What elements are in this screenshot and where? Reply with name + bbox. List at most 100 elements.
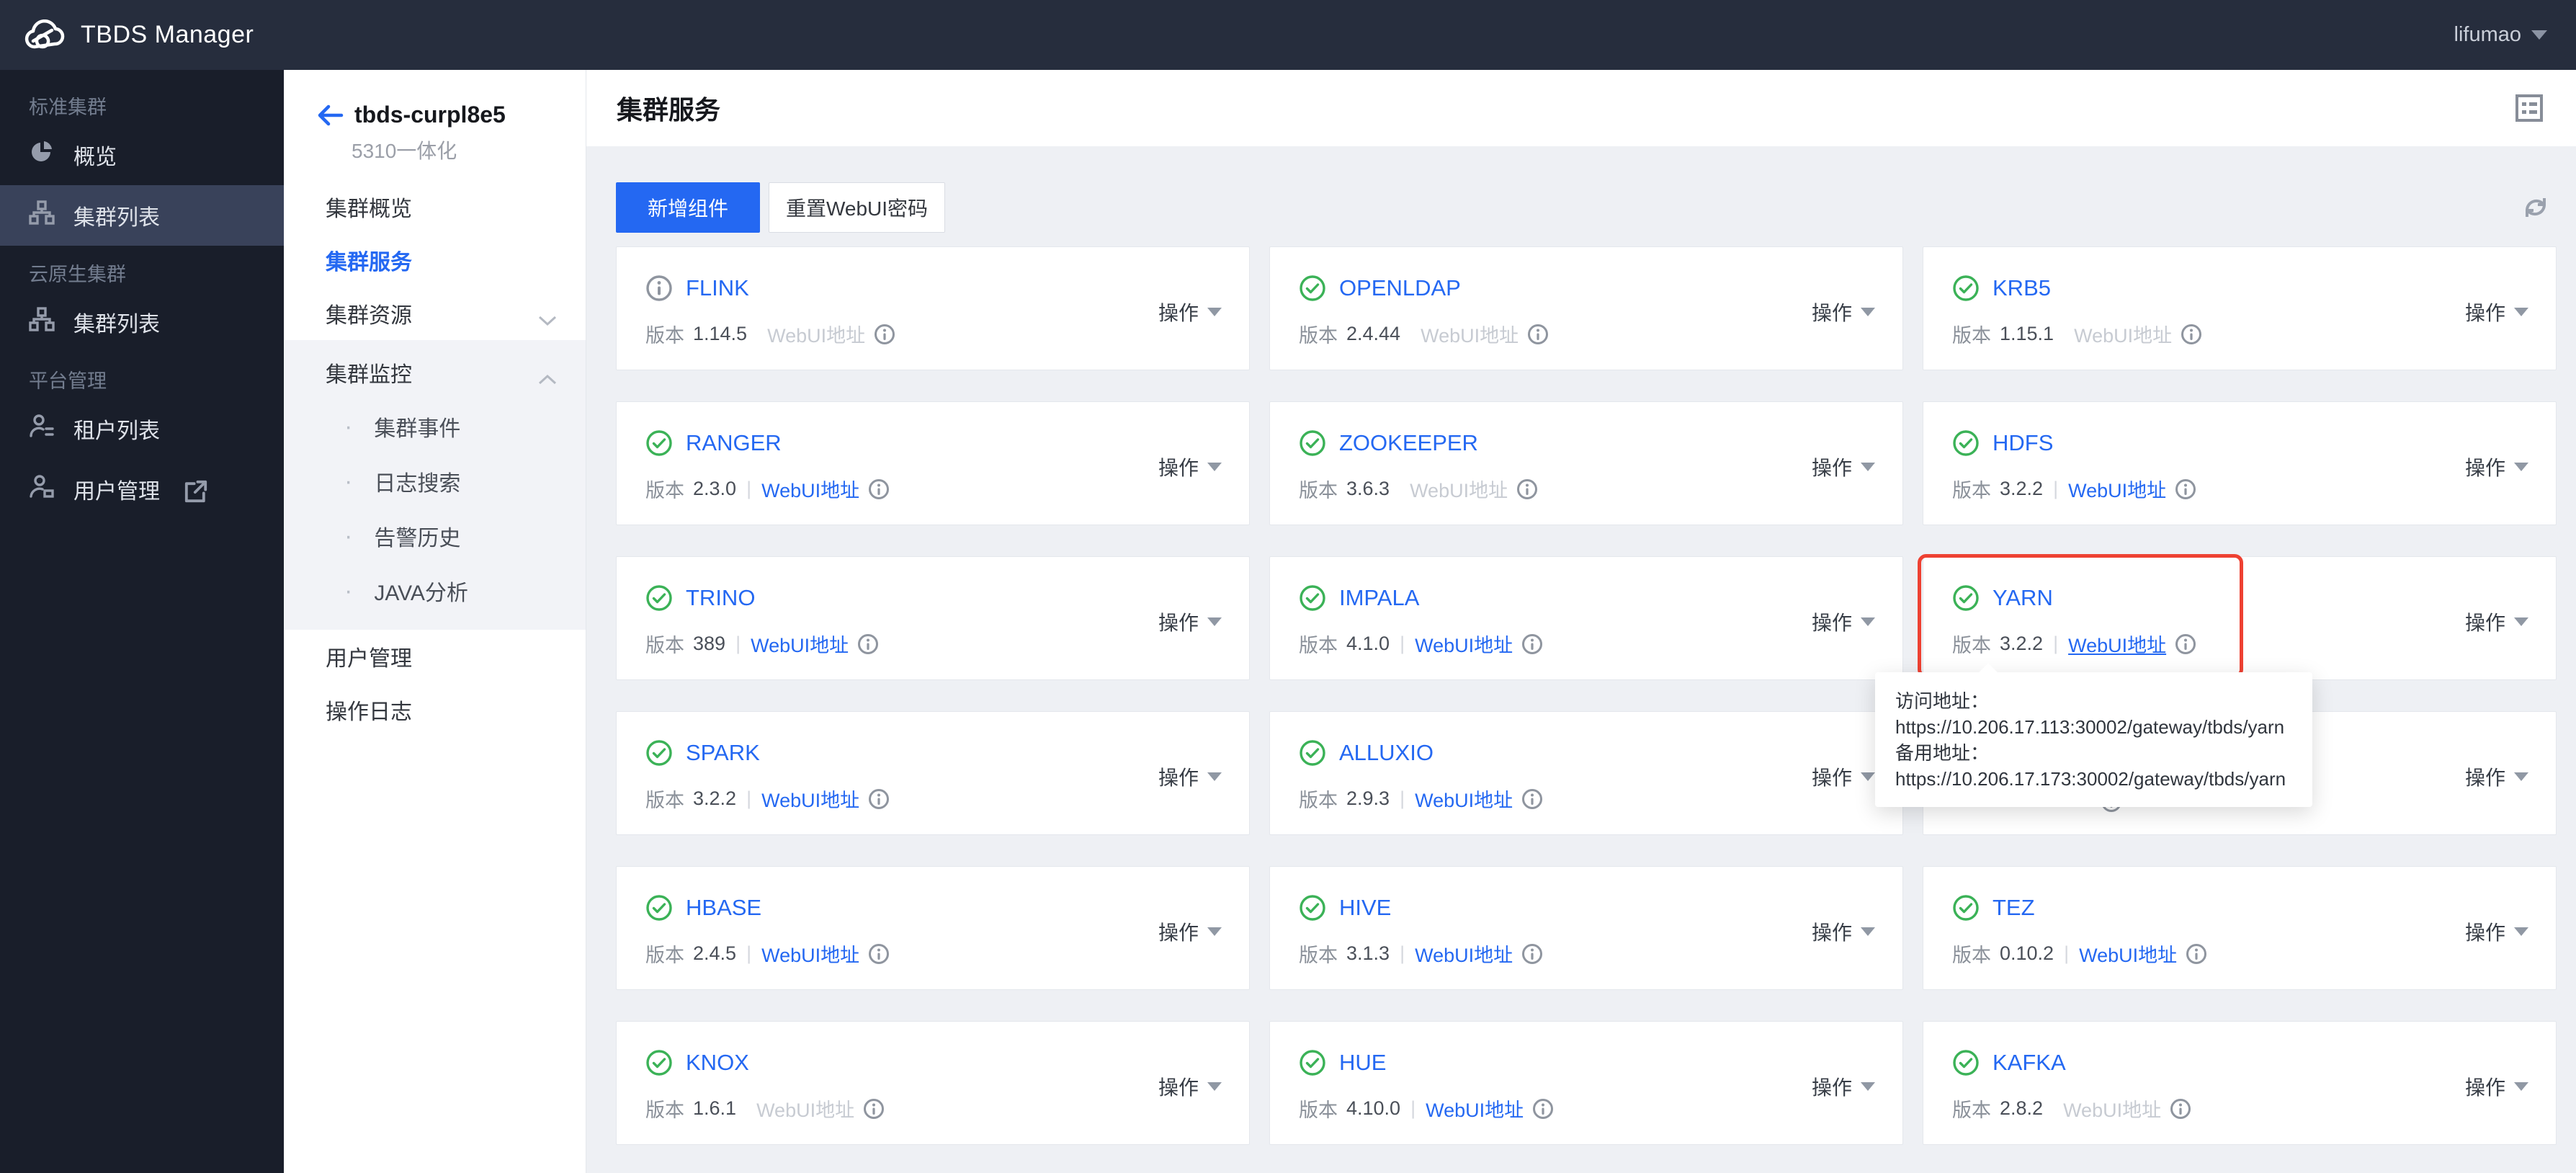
action-dropdown[interactable]: 操作 xyxy=(1812,917,1875,946)
webui-address-link[interactable]: WebUI地址 xyxy=(1415,940,1513,968)
chevron-down-icon xyxy=(2514,308,2528,316)
service-name-link[interactable]: SPARK xyxy=(686,740,760,766)
info-icon[interactable] xyxy=(2175,633,2196,655)
webui-address-link[interactable]: WebUI地址 xyxy=(2068,630,2166,658)
webui-address-link[interactable]: WebUI地址 xyxy=(761,940,859,968)
tooltip-backup-url: https://10.206.17.173:30002/gateway/tbds… xyxy=(1895,768,2286,790)
webui-address-link[interactable]: WebUI地址 xyxy=(1415,630,1513,658)
sidebar-item[interactable]: 集群列表 xyxy=(0,185,284,246)
info-icon[interactable] xyxy=(857,633,879,655)
sidebar-item[interactable]: 租户列表 xyxy=(0,398,284,459)
service-name-link[interactable]: KRB5 xyxy=(1993,275,2051,301)
service-name-link[interactable]: HIVE xyxy=(1339,895,1391,921)
action-dropdown[interactable]: 操作 xyxy=(1812,762,1875,791)
service-name-link[interactable]: OPENLDAP xyxy=(1339,275,1461,301)
user-icon xyxy=(29,473,55,505)
version-value: 2.8.2 xyxy=(2000,1097,2044,1119)
action-dropdown[interactable]: 操作 xyxy=(1158,452,1222,481)
service-card-trino: TRINO 操作 版本 389 | WebUI地址 xyxy=(616,556,1250,680)
service-name-link[interactable]: HUE xyxy=(1339,1050,1386,1076)
service-name-link[interactable]: TEZ xyxy=(1993,895,2035,921)
cluster-menu-item[interactable]: 集群服务 xyxy=(284,233,586,287)
highlight-box xyxy=(1918,554,2243,678)
action-dropdown[interactable]: 操作 xyxy=(1158,298,1222,326)
status-ok-icon xyxy=(645,894,673,922)
cluster-menu-item[interactable]: 用户管理 xyxy=(284,630,586,683)
service-name-link[interactable]: ZOOKEEPER xyxy=(1339,430,1478,456)
status-ok-icon xyxy=(1952,275,1980,302)
sidebar-item-label: 集群列表 xyxy=(73,206,160,230)
info-icon[interactable] xyxy=(1532,1098,1554,1120)
action-dropdown[interactable]: 操作 xyxy=(2465,762,2528,791)
version-value: 4.10.0 xyxy=(1346,1097,1401,1119)
cluster-menu-item[interactable]: 集群概览 xyxy=(284,180,586,233)
service-name-link[interactable]: HBASE xyxy=(686,895,761,921)
info-icon[interactable] xyxy=(2186,943,2207,965)
webui-address-link[interactable]: WebUI地址 xyxy=(1415,785,1513,813)
cluster-submenu-item[interactable]: · JAVA分析 xyxy=(284,563,586,618)
service-name-link[interactable]: IMPALA xyxy=(1339,585,1419,611)
service-name-link[interactable]: ALLUXIO xyxy=(1339,740,1434,766)
action-dropdown[interactable]: 操作 xyxy=(1812,298,1875,326)
service-name-link[interactable]: RANGER xyxy=(686,430,782,456)
action-dropdown[interactable]: 操作 xyxy=(1158,762,1222,791)
back-arrow-icon[interactable] xyxy=(317,104,344,127)
action-dropdown[interactable]: 操作 xyxy=(1158,1072,1222,1101)
info-icon[interactable] xyxy=(2170,1098,2191,1120)
webui-address-link[interactable]: WebUI地址 xyxy=(761,785,859,813)
info-icon[interactable] xyxy=(868,478,890,500)
action-dropdown[interactable]: 操作 xyxy=(1812,1072,1875,1101)
cluster-menu-item[interactable]: 操作日志 xyxy=(284,683,586,736)
info-icon[interactable] xyxy=(1521,943,1543,965)
service-name-link[interactable]: TRINO xyxy=(686,585,755,611)
info-icon[interactable] xyxy=(2181,324,2202,345)
list-view-icon[interactable] xyxy=(2513,92,2546,125)
cluster-submenu-item[interactable]: · 告警历史 xyxy=(284,509,586,563)
add-component-button[interactable]: 新增组件 xyxy=(616,182,760,233)
info-icon[interactable] xyxy=(868,788,890,810)
action-dropdown[interactable]: 操作 xyxy=(2465,452,2528,481)
action-dropdown[interactable]: 操作 xyxy=(1812,452,1875,481)
service-name-link[interactable]: KAFKA xyxy=(1993,1050,2066,1076)
action-dropdown[interactable]: 操作 xyxy=(2465,1072,2528,1101)
chevron-down-icon xyxy=(1861,463,1875,471)
info-icon[interactable] xyxy=(2175,478,2196,500)
info-icon[interactable] xyxy=(868,943,890,965)
action-dropdown[interactable]: 操作 xyxy=(1158,917,1222,946)
chevron-down-icon xyxy=(2514,772,2528,781)
info-icon[interactable] xyxy=(1521,788,1543,810)
version-value: 1.14.5 xyxy=(693,323,748,344)
info-icon[interactable] xyxy=(1521,633,1543,655)
info-icon[interactable] xyxy=(1516,478,1538,500)
cluster-submenu-item[interactable]: · 日志搜索 xyxy=(284,454,586,509)
service-name-link[interactable]: HDFS xyxy=(1993,430,2053,456)
status-ok-icon xyxy=(645,584,673,612)
sidebar-item[interactable]: 集群列表 xyxy=(0,292,284,352)
info-icon[interactable] xyxy=(863,1098,885,1120)
reset-webui-password-button[interactable]: 重置WebUI密码 xyxy=(769,182,945,233)
chevron-down-icon xyxy=(1861,617,1875,626)
sidebar-item[interactable]: 用户管理 xyxy=(0,459,284,519)
cluster-menu-item[interactable]: 集群监控 xyxy=(284,346,586,399)
service-name-link[interactable]: FLINK xyxy=(686,275,749,301)
action-dropdown[interactable]: 操作 xyxy=(2465,917,2528,946)
action-dropdown[interactable]: 操作 xyxy=(2465,607,2528,636)
version-value: 2.9.3 xyxy=(1346,788,1390,809)
service-name-link[interactable]: YARN xyxy=(1993,585,2053,611)
refresh-icon[interactable] xyxy=(2521,192,2551,223)
webui-address-link[interactable]: WebUI地址 xyxy=(1426,1094,1524,1123)
cluster-menu-item[interactable]: 集群资源 xyxy=(284,287,586,340)
user-menu[interactable]: lifumao xyxy=(2454,23,2576,47)
sidebar-item[interactable]: 概览 xyxy=(0,125,284,185)
info-icon[interactable] xyxy=(1527,324,1549,345)
webui-address-link[interactable]: WebUI地址 xyxy=(761,475,859,503)
service-name-link[interactable]: KNOX xyxy=(686,1050,749,1076)
webui-address-link[interactable]: WebUI地址 xyxy=(2068,475,2166,503)
info-icon[interactable] xyxy=(874,324,895,345)
webui-address-link[interactable]: WebUI地址 xyxy=(2079,940,2177,968)
action-dropdown[interactable]: 操作 xyxy=(1812,607,1875,636)
action-dropdown[interactable]: 操作 xyxy=(1158,607,1222,636)
action-dropdown[interactable]: 操作 xyxy=(2465,298,2528,326)
cluster-submenu-item[interactable]: · 集群事件 xyxy=(284,399,586,454)
webui-address-link[interactable]: WebUI地址 xyxy=(751,630,849,658)
